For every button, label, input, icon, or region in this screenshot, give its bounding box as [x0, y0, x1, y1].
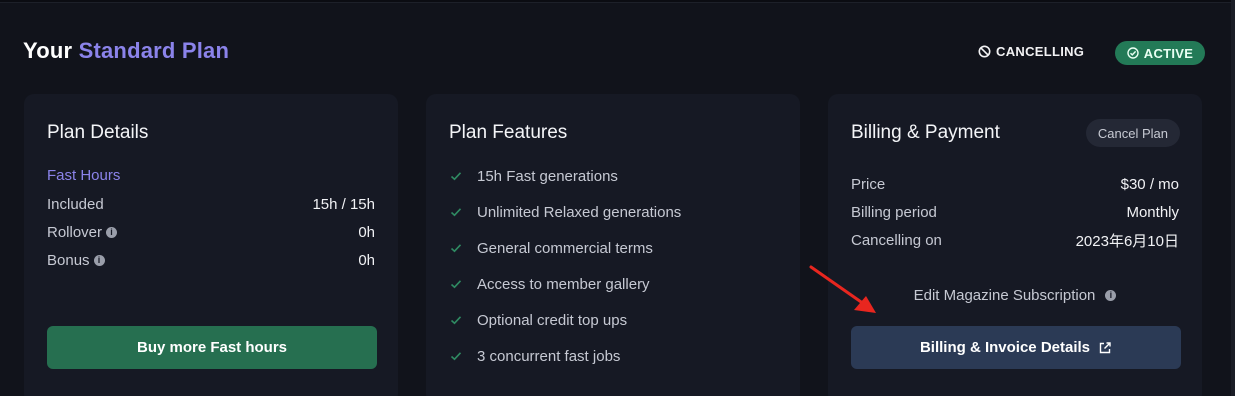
plan-features-card: Plan Features 15h Fast generations Unlim…	[426, 94, 800, 396]
feature-item: Unlimited Relaxed generations	[449, 202, 681, 222]
plan-details-card: Plan Details Fast Hours Included 15h / 1…	[24, 94, 398, 396]
check-icon	[450, 352, 462, 361]
billing-card: Billing & Payment Cancel Plan Price $30 …	[828, 94, 1202, 396]
info-icon[interactable]: i	[106, 226, 118, 238]
buy-fast-hours-label: Buy more Fast hours	[136, 339, 288, 356]
external-link-icon	[1099, 341, 1111, 353]
plan-name: Standard Plan	[78, 38, 230, 63]
price-label: Price	[851, 175, 886, 193]
included-row: Included 15h / 15h	[47, 194, 375, 214]
billing-period-row: Billing period Monthly	[851, 202, 1179, 222]
top-divider	[0, 0, 1235, 3]
billing-title: Billing & Payment	[851, 122, 1000, 143]
info-icon[interactable]: i	[1105, 290, 1117, 301]
check-icon	[450, 172, 462, 181]
price-value: $30 / mo	[1120, 175, 1179, 193]
cancelling-on-row: Cancelling on 2023年6月10日	[851, 230, 1179, 250]
check-icon	[450, 244, 462, 253]
edit-magazine-subscription[interactable]: Edit Magazine Subscription i	[828, 287, 1202, 304]
cancelling-status: CANCELLING	[978, 44, 1084, 59]
check-icon	[450, 208, 462, 217]
price-row: Price $30 / mo	[851, 174, 1179, 194]
scrollbar-track[interactable]	[1231, 0, 1235, 396]
billing-invoice-details-button[interactable]: Billing & Invoice Details	[851, 326, 1181, 369]
cancel-plan-button[interactable]: Cancel Plan	[1085, 119, 1180, 147]
billing-period-value: Monthly	[1126, 203, 1179, 221]
cancelling-on-label: Cancelling on	[851, 231, 942, 249]
bonus-value: 0h	[358, 251, 375, 269]
fast-hours-label: Fast Hours	[47, 167, 121, 184]
feature-item: 3 concurrent fast jobs	[449, 346, 620, 366]
info-icon[interactable]: i	[93, 254, 105, 266]
feature-label: Optional credit top ups	[477, 311, 628, 329]
check-circle-icon	[1127, 47, 1139, 59]
check-icon	[450, 280, 462, 289]
feature-item: 15h Fast generations	[449, 166, 618, 186]
feature-label: 3 concurrent fast jobs	[477, 347, 621, 365]
feature-item: Optional credit top ups	[449, 310, 627, 330]
buy-fast-hours-button[interactable]: Buy more Fast hours	[47, 326, 377, 369]
active-label: ACTIVE	[1143, 45, 1194, 61]
edit-magazine-label[interactable]: Edit Magazine Subscription	[914, 287, 1096, 304]
feature-label: Unlimited Relaxed generations	[477, 203, 682, 221]
feature-item: General commercial terms	[449, 238, 653, 258]
included-value: 15h / 15h	[312, 195, 375, 213]
page-title: Your Standard Plan	[23, 38, 229, 64]
feature-label: General commercial terms	[477, 239, 653, 257]
rollover-label: Rollover	[47, 223, 103, 241]
plan-features-title: Plan Features	[449, 122, 568, 143]
billing-period-label: Billing period	[851, 203, 937, 221]
feature-label: Access to member gallery	[477, 275, 650, 293]
cancelling-on-value: 2023年6月10日	[1075, 232, 1179, 250]
included-label: Included	[47, 195, 104, 213]
ban-icon	[978, 45, 991, 58]
title-prefix: Your	[23, 38, 73, 63]
cancelling-label: CANCELLING	[996, 44, 1085, 59]
rollover-row: Rollover i 0h	[47, 222, 375, 242]
plan-details-title: Plan Details	[47, 122, 149, 143]
rollover-value: 0h	[358, 223, 375, 241]
feature-label: 15h Fast generations	[477, 167, 618, 185]
billing-invoice-label: Billing & Invoice Details	[919, 339, 1091, 356]
annotation-arrow-icon	[809, 265, 876, 313]
feature-item: Access to member gallery	[449, 274, 650, 294]
bonus-label: Bonus	[47, 251, 90, 269]
active-status-badge: ACTIVE	[1115, 41, 1205, 65]
bonus-row: Bonus i 0h	[47, 250, 375, 270]
check-icon	[450, 316, 462, 325]
